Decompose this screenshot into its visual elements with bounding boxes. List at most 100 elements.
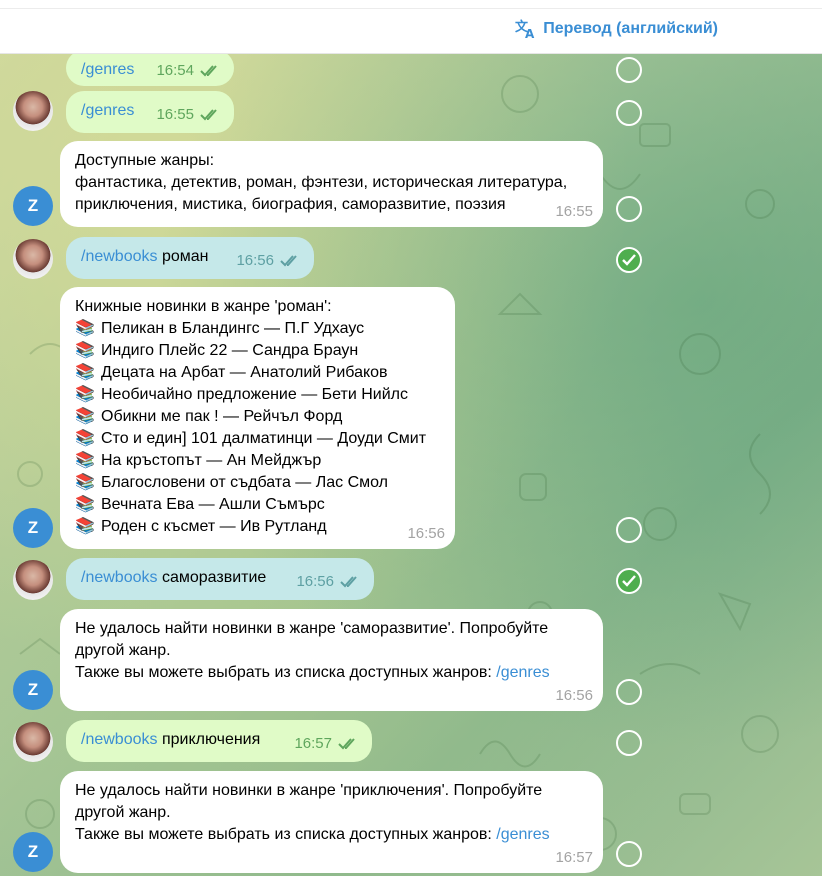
user-avatar[interactable]: [13, 722, 53, 762]
select-checkbox-checked[interactable]: [616, 247, 642, 273]
time-label: 16:57: [294, 735, 332, 752]
message-time: 16:56: [555, 687, 593, 704]
bot-avatar[interactable]: Z: [13, 186, 53, 226]
message-bubble-outgoing[interactable]: /genres 16:54: [66, 54, 234, 86]
translate-icon: 文 A: [515, 19, 537, 39]
genres-link[interactable]: /genres: [496, 826, 549, 843]
book-list-item: 📚 На кръстопът — Ан Мейджър: [75, 450, 440, 472]
bot-avatar[interactable]: Z: [13, 508, 53, 548]
double-check-icon: [200, 109, 217, 121]
message-bubble-outgoing[interactable]: /newbooks приключения 16:57: [66, 720, 372, 762]
checkmark-icon: [622, 575, 636, 587]
book-list-item: 📚 Роден с късмет — Ив Рутланд: [75, 516, 440, 538]
command-link[interactable]: /newbooks: [81, 248, 158, 265]
book-list-item: 📚 Индиго Плейс 22 — Сандра Браун: [75, 340, 440, 362]
message-text-line: Не удалось найти новинки в жанре 'приклю…: [75, 782, 543, 799]
command-link[interactable]: /genres: [81, 61, 134, 78]
books-icon: 📚: [75, 430, 95, 447]
books-icon: 📚: [75, 386, 95, 403]
books-icon: 📚: [75, 408, 95, 425]
command-argument: роман: [157, 248, 209, 265]
book-title: Пеликан в Бландингс — П.Г Удхаус: [101, 320, 365, 337]
command-link[interactable]: /genres: [81, 102, 134, 119]
book-list-item: 📚 Вечната Ева — Ашли Съмърс: [75, 494, 440, 516]
books-icon: 📚: [75, 320, 95, 337]
message-text-line: другой жанр.: [75, 642, 171, 659]
select-checkbox[interactable]: [616, 730, 642, 756]
bot-avatar-letter: Z: [27, 842, 39, 861]
bot-avatar[interactable]: Z: [13, 832, 53, 872]
book-list-item: 📚 Сто и един] 101 далматинци — Доуди Смит: [75, 428, 440, 450]
books-icon: 📚: [75, 364, 95, 381]
time-label: 16:54: [156, 62, 194, 79]
select-checkbox[interactable]: [616, 57, 642, 83]
bot-avatar[interactable]: Z: [13, 670, 53, 710]
message-time: 16:54: [156, 60, 220, 82]
book-title: Индиго Плейс 22 — Сандра Браун: [101, 342, 359, 359]
chat-topbar: 文 A Перевод (английский): [0, 0, 822, 54]
double-check-icon: [200, 65, 217, 77]
user-avatar[interactable]: [13, 91, 53, 131]
user-avatar[interactable]: [13, 239, 53, 279]
time-label: 16:55: [156, 106, 194, 123]
books-icon: 📚: [75, 518, 95, 535]
translate-label: Перевод (английский): [543, 20, 718, 37]
select-checkbox[interactable]: [616, 841, 642, 867]
message-bubble-outgoing-selected[interactable]: /newbooks роман 16:56: [66, 237, 314, 279]
select-checkbox-checked[interactable]: [616, 568, 642, 594]
command-argument: саморазвитие: [157, 569, 267, 586]
message-bubble-incoming[interactable]: Книжные новинки в жанре 'роман': 📚 Пелика…: [60, 287, 455, 549]
message-bubble-incoming[interactable]: Не удалось найти новинки в жанре 'самора…: [60, 609, 603, 711]
book-list-item: 📚 Благословени от съдбата — Лас Смол: [75, 472, 440, 494]
book-title: Роден с късмет — Ив Рутланд: [101, 518, 327, 535]
translate-button[interactable]: 文 A Перевод (английский): [515, 19, 718, 39]
command-argument: приключения: [157, 731, 261, 748]
user-avatar[interactable]: [13, 560, 53, 600]
message-text-line: другой жанр.: [75, 804, 171, 821]
book-title: Благословени от съдбата — Лас Смол: [101, 474, 389, 491]
message-time: 16:55: [555, 203, 593, 220]
books-icon: 📚: [75, 496, 95, 513]
message-text-line: приключения, мистика, биография, самораз…: [75, 196, 506, 213]
message-bubble-incoming[interactable]: Не удалось найти новинки в жанре 'приклю…: [60, 771, 603, 873]
genres-link[interactable]: /genres: [496, 664, 549, 681]
message-text-line: Также вы можете выбрать из списка доступ…: [75, 824, 588, 846]
books-icon: 📚: [75, 452, 95, 469]
command-link[interactable]: /newbooks: [81, 731, 158, 748]
double-check-icon: [338, 738, 355, 750]
bot-avatar-letter: Z: [27, 680, 39, 699]
message-text-line: Доступные жанры:: [75, 152, 215, 169]
book-list-item: 📚 Обикни ме пак ! — Рейчъл Форд: [75, 406, 440, 428]
time-label: 16:56: [236, 252, 274, 269]
message-text-line: Не удалось найти новинки в жанре 'самора…: [75, 620, 549, 637]
message-text-line: фантастика, детектив, роман, фэнтези, ис…: [75, 174, 568, 191]
select-checkbox[interactable]: [616, 517, 642, 543]
book-list-item: 📚 Необичайно предложение — Бети Нийлс: [75, 384, 440, 406]
message-bubble-incoming[interactable]: Доступные жанры: фантастика, детектив, р…: [60, 141, 603, 227]
svg-text:A: A: [525, 27, 535, 39]
message-bubble-outgoing-selected[interactable]: /newbooks саморазвитие 16:56: [66, 558, 374, 600]
books-icon: 📚: [75, 342, 95, 359]
message-time: 16:55: [156, 104, 220, 126]
chat-area[interactable]: /genres 16:54 /genres 16:55 Доступные жа…: [0, 54, 822, 876]
book-title: Обикни ме пак ! — Рейчъл Форд: [101, 408, 343, 425]
book-title: На кръстопът — Ан Мейджър: [101, 452, 322, 469]
message-bubble-outgoing[interactable]: /genres 16:55: [66, 91, 234, 133]
message-title: Книжные новинки в жанре 'роман':: [75, 298, 332, 315]
bot-avatar-letter: Z: [27, 196, 39, 215]
message-time: 16:56: [296, 571, 360, 593]
message-time: 16:56: [407, 525, 445, 542]
book-list-item: 📚 Пеликан в Бландингс — П.Г Удхаус: [75, 318, 440, 340]
time-label: 16:56: [296, 573, 334, 590]
select-checkbox[interactable]: [616, 100, 642, 126]
bot-avatar-letter: Z: [27, 518, 39, 537]
message-text: Также вы можете выбрать из списка доступ…: [75, 664, 497, 681]
select-checkbox[interactable]: [616, 679, 642, 705]
double-check-icon: [280, 255, 297, 267]
message-time: 16:56: [236, 250, 300, 272]
book-title: Необичайно предложение — Бети Нийлс: [101, 386, 408, 403]
book-list-item: 📚 Децата на Арбат — Анатолий Рибаков: [75, 362, 440, 384]
command-link[interactable]: /newbooks: [81, 569, 158, 586]
select-checkbox[interactable]: [616, 196, 642, 222]
book-title: Вечната Ева — Ашли Съмърс: [101, 496, 325, 513]
